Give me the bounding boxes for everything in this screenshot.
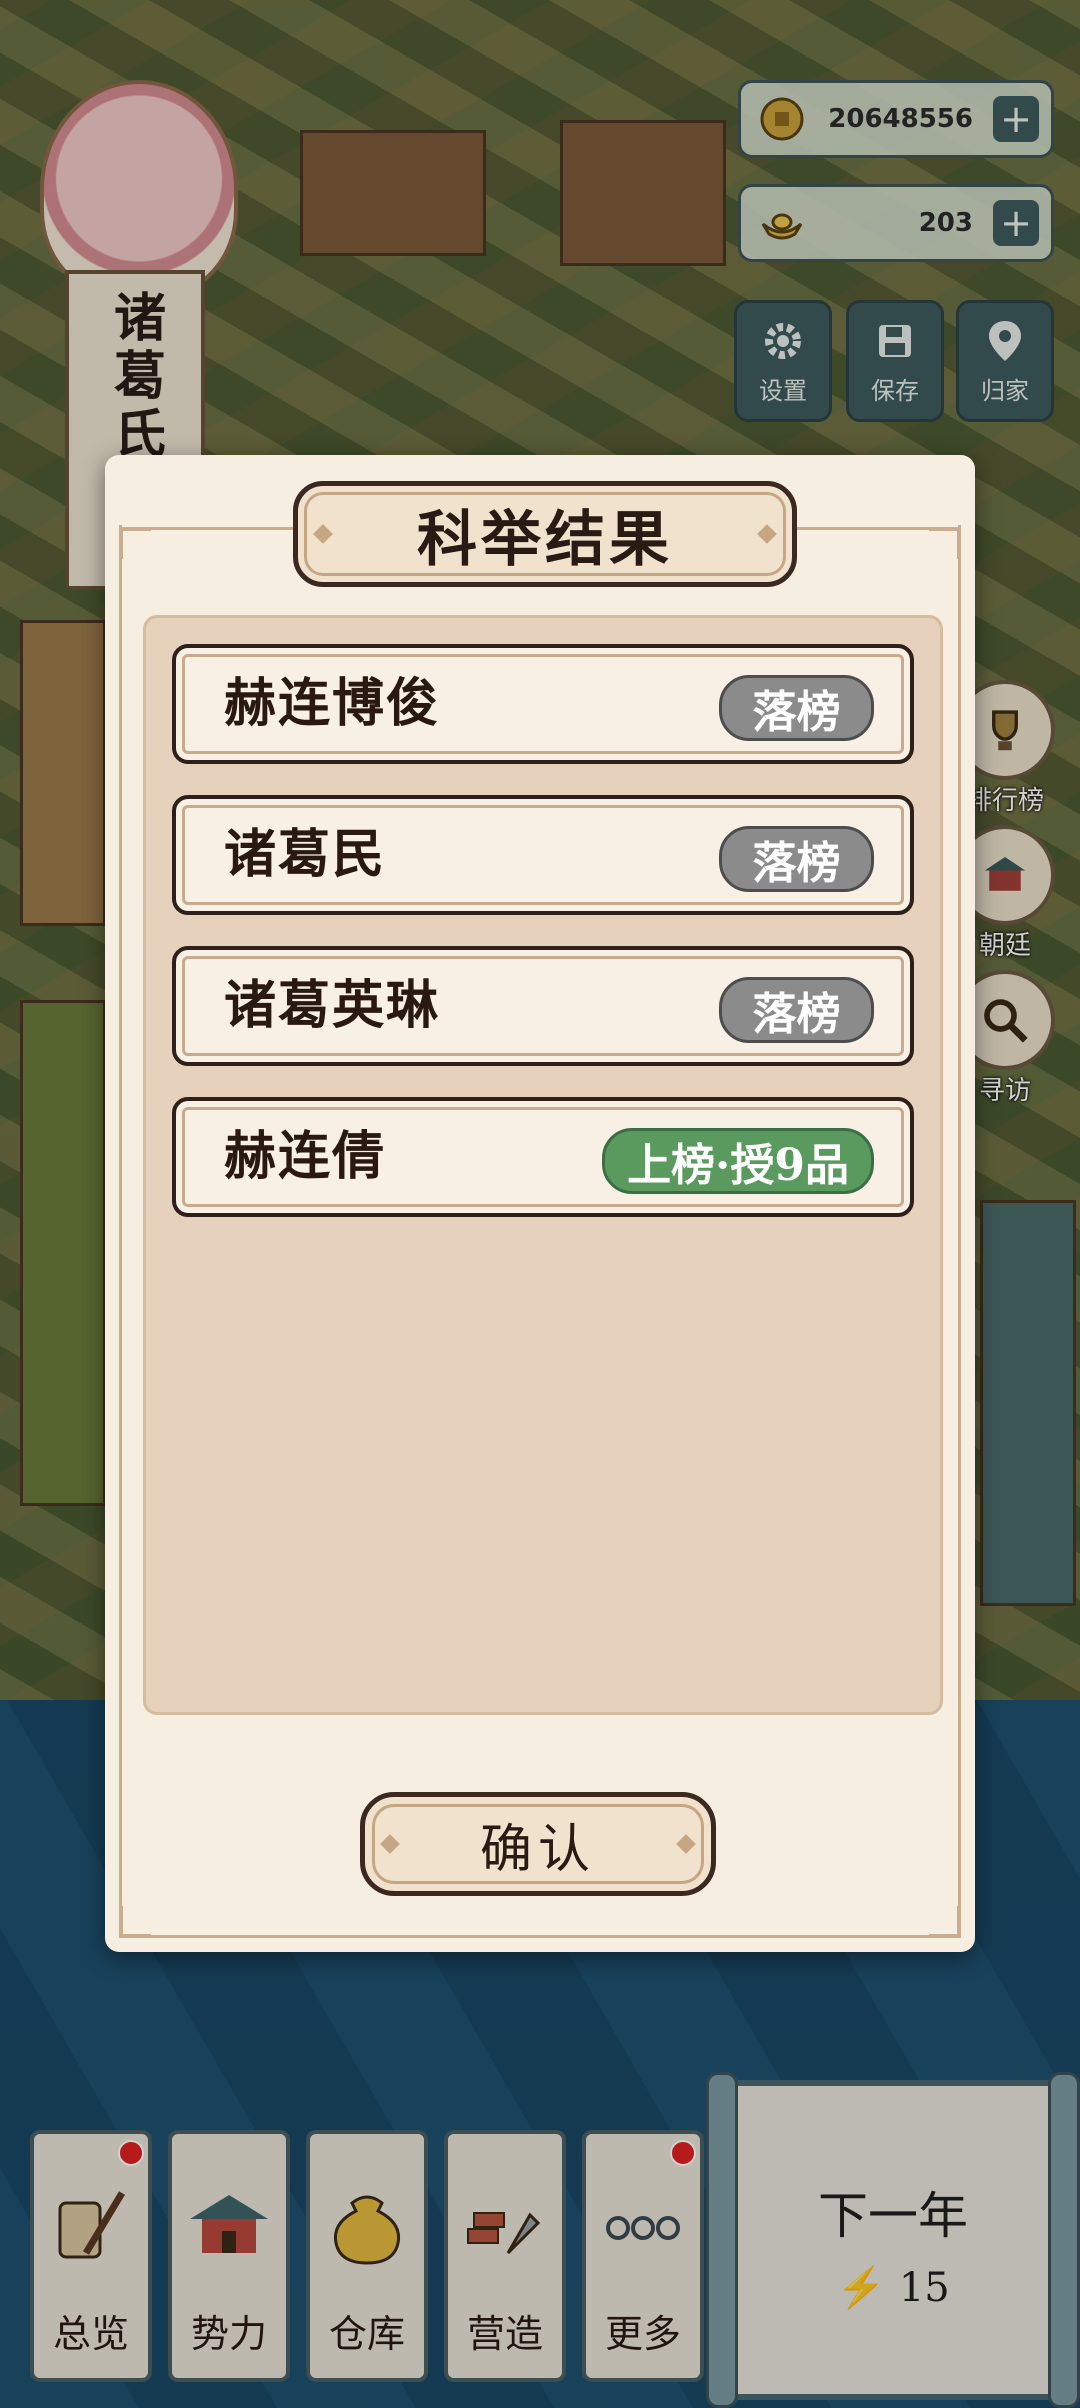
- result-list: 赫连博俊 落榜 诸葛民 落榜 诸葛英琳 落榜 赫连倩 上榜·授9品: [143, 615, 943, 1715]
- diamond-ornament: [380, 1834, 400, 1854]
- candidate-name: 赫连博俊: [224, 673, 441, 734]
- list-item: 赫连博俊 落榜: [172, 644, 914, 764]
- dialog-title-text: 科举结果: [417, 504, 673, 575]
- status-badge: 落榜: [719, 675, 874, 741]
- corner-ornament: [929, 1906, 961, 1938]
- diamond-ornament: [676, 1834, 696, 1854]
- diamond-ornament: [757, 524, 777, 544]
- list-item: 诸葛民 落榜: [172, 795, 914, 915]
- status-badge: 落榜: [719, 977, 874, 1043]
- corner-ornament: [929, 527, 961, 559]
- list-item: 赫连倩 上榜·授9品: [172, 1097, 914, 1217]
- candidate-name: 诸葛英琳: [224, 975, 441, 1036]
- dialog-title: 科举结果: [293, 481, 797, 587]
- exam-result-dialog: 科举结果 赫连博俊 落榜 诸葛民 落榜 诸葛英琳 落榜 赫连倩 上榜·授9品 确…: [105, 455, 975, 1952]
- confirm-button[interactable]: 确认: [360, 1792, 716, 1896]
- list-item: 诸葛英琳 落榜: [172, 946, 914, 1066]
- diamond-ornament: [313, 524, 333, 544]
- status-badge: 上榜·授9品: [602, 1128, 874, 1194]
- candidate-name: 诸葛民: [224, 824, 387, 885]
- confirm-label: 确认: [479, 1819, 596, 1880]
- status-badge: 落榜: [719, 826, 874, 892]
- candidate-name: 赫连倩: [224, 1126, 387, 1187]
- corner-ornament: [119, 527, 151, 559]
- corner-ornament: [119, 1906, 151, 1938]
